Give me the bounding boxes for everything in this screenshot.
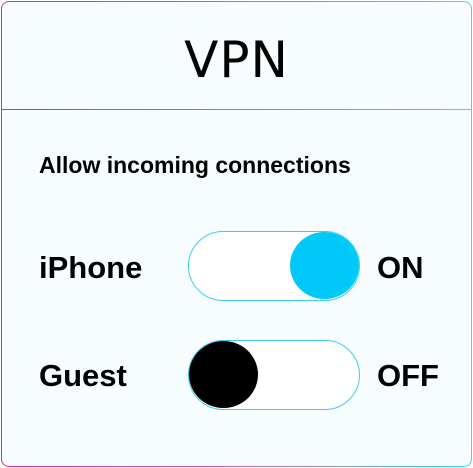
row-label-iphone: iPhone: [39, 250, 143, 285]
iphone-state-label: ON: [377, 250, 424, 285]
row-label-guest: Guest: [39, 358, 127, 393]
section-subtitle: Allow incoming connections: [39, 152, 351, 178]
iphone-toggle[interactable]: [188, 231, 360, 301]
panel-header: VPN: [2, 2, 471, 109]
guest-toggle[interactable]: [188, 340, 360, 410]
page-title: VPN: [184, 31, 289, 89]
toggle-knob: [290, 232, 359, 299]
toggle-knob: [189, 341, 258, 408]
guest-state-label: OFF: [377, 358, 439, 393]
vpn-panel: VPN Allow incoming connections iPhone ON…: [1, 1, 472, 467]
header-divider: [2, 109, 471, 110]
